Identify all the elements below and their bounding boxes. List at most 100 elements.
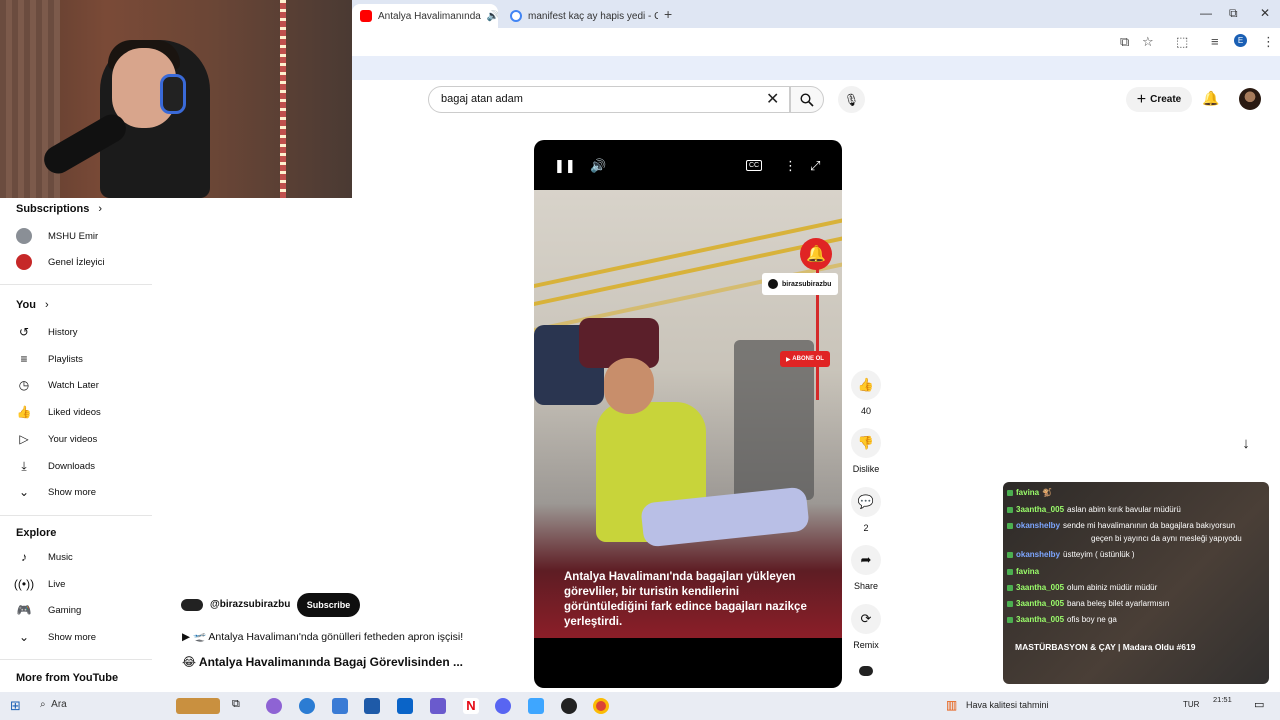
- fullscreen-icon[interactable]: ⤢: [810, 158, 820, 174]
- tab-antalya[interactable]: Antalya Havalimanında 🔊 ✕: [352, 4, 498, 28]
- comments-button[interactable]: 💬 2: [849, 487, 883, 533]
- sidebar-item-show-more[interactable]: ⌄ Show more: [16, 484, 96, 500]
- sidebar-item-label: Your videos: [48, 433, 98, 445]
- sidebar-item-genel-izleyici[interactable]: Genel İzleyici: [16, 254, 105, 270]
- new-tab-button[interactable]: +: [664, 6, 672, 22]
- sidebar-explore-title: Explore: [16, 527, 57, 539]
- avatar[interactable]: [1239, 88, 1261, 110]
- notification-center-icon[interactable]: ▭: [1254, 698, 1270, 714]
- webcam-fairy-lights: [280, 0, 286, 198]
- channel-handle[interactable]: @birazsubirazbu: [210, 599, 290, 610]
- chrome-icon[interactable]: [593, 698, 609, 714]
- netflix-icon[interactable]: N: [463, 698, 479, 714]
- task-view-icon[interactable]: ⧉: [232, 698, 248, 714]
- video-description[interactable]: ▶ 🛫 Antalya Havalimanı'nda gönülleri fet…: [182, 630, 463, 643]
- menu-kebab-icon[interactable]: ⋮: [1262, 34, 1275, 50]
- live-icon: ((•)): [13, 577, 35, 591]
- sidebar-item-gaming[interactable]: 🎮 Gaming: [16, 602, 82, 618]
- copilot-icon[interactable]: [266, 698, 282, 714]
- abone-ol-badge: ▶ ABONE OL: [780, 351, 830, 367]
- chat-user: favina: [1016, 567, 1040, 576]
- remix-button[interactable]: ⟳ Remix: [849, 604, 883, 650]
- sidebar-subscriptions-title[interactable]: Subscriptions ›: [16, 203, 102, 215]
- more-options-icon[interactable]: ⋮: [784, 158, 797, 174]
- stream-chat-overlay: favina 🐒 3aantha_005 aslan abim kırık bavu…: [1003, 482, 1269, 684]
- search-input[interactable]: bagaj atan adam: [428, 86, 790, 113]
- sidebar-item-live[interactable]: ((•)) Live: [13, 576, 66, 592]
- obs-icon[interactable]: [561, 698, 577, 714]
- close-window-button[interactable]: ✕: [1260, 6, 1270, 20]
- thumbs-up-icon: 👍: [851, 370, 881, 400]
- sidebar-item-label: Music: [48, 551, 73, 563]
- maximize-button[interactable]: ⧉: [1229, 6, 1238, 21]
- star-icon[interactable]: ☆: [1142, 34, 1154, 50]
- chat-message: okanshelby sende mi havalimanının da baga…: [1007, 521, 1235, 530]
- language-indicator[interactable]: TUR: [1183, 700, 1199, 709]
- chat-text: üstteyim ( üstünlük ): [1063, 550, 1135, 559]
- clear-search-icon[interactable]: ✕: [766, 89, 779, 109]
- shorts-video-player[interactable]: 🔔 birazsubirazbu ▶ ABONE OL Antalya Hava…: [534, 140, 842, 688]
- pause-icon[interactable]: ❚❚: [554, 158, 576, 174]
- edge-icon[interactable]: [299, 698, 315, 714]
- badge-icon: [1007, 522, 1013, 529]
- chat-user: 3aantha_005: [1016, 615, 1065, 624]
- weather-text[interactable]: Hava kalitesi tahmini: [966, 700, 1049, 710]
- channel-thumb-button[interactable]: [849, 666, 883, 676]
- sidebar-item-mshu-emir[interactable]: MSHU Emir: [16, 228, 98, 244]
- sidebar-you-title[interactable]: You ›: [16, 299, 49, 311]
- app-icon[interactable]: [430, 698, 446, 714]
- app-icon[interactable]: [528, 698, 544, 714]
- install-icon[interactable]: ⧉: [1120, 34, 1129, 50]
- volume-icon[interactable]: 🔊: [590, 158, 606, 174]
- clock[interactable]: 21:51: [1213, 695, 1232, 705]
- captions-icon[interactable]: CC: [746, 160, 763, 171]
- badge-icon: [1007, 551, 1013, 558]
- taskbar-search[interactable]: ⌕ Ara: [40, 699, 67, 710]
- notifications-bell-icon[interactable]: 🔔: [1202, 90, 1219, 107]
- share-button[interactable]: ➦ Share: [849, 545, 883, 591]
- sidebar-item-show-more-explore[interactable]: ⌄ Show more: [16, 629, 96, 645]
- dislike-button[interactable]: 👎 Dislike: [849, 428, 883, 474]
- voice-search-button[interactable]: 🎙: [838, 86, 865, 113]
- badge-icon: [1007, 568, 1013, 575]
- sidebar-item-watch-later[interactable]: ◷ Watch Later: [16, 377, 99, 393]
- search-icon: [800, 92, 814, 107]
- speaker-icon[interactable]: 🔊: [487, 11, 498, 22]
- reading-list-icon[interactable]: ≡: [1211, 34, 1219, 49]
- sidebar-item-history[interactable]: ↺ History: [16, 324, 78, 340]
- windows-start-icon[interactable]: ⊞: [10, 698, 26, 714]
- sidebar-divider: [0, 659, 152, 660]
- store-icon[interactable]: [332, 698, 348, 714]
- weather-icon: ▥: [946, 698, 958, 712]
- profile-icon[interactable]: E: [1234, 34, 1247, 47]
- sidebar-item-music[interactable]: ♪ Music: [16, 549, 73, 565]
- minimize-button[interactable]: —: [1200, 6, 1212, 20]
- sidebar-item-label: Show more: [48, 486, 97, 498]
- tab-label: manifest kaç ay hapis yedi - Go: [528, 10, 658, 22]
- chat-text: 🐒: [1042, 488, 1053, 497]
- file-explorer-icon[interactable]: [364, 698, 380, 714]
- outlook-icon[interactable]: [397, 698, 413, 714]
- sidebar-item-liked-videos[interactable]: 👍 Liked videos: [16, 404, 101, 420]
- sidebar-divider: [0, 284, 152, 285]
- channel-watermark: birazsubirazbu: [762, 273, 838, 295]
- chat-message: 3aantha_005 bana beleş bilet ayarlarmısın: [1007, 599, 1169, 608]
- chat-text: olum abiniz müdür müdür: [1067, 583, 1158, 592]
- extensions-icon[interactable]: ⬚: [1176, 34, 1188, 50]
- next-video-arrow-icon[interactable]: ↓: [1234, 432, 1258, 456]
- like-button[interactable]: 👍 40: [849, 370, 883, 416]
- sidebar-item-playlists[interactable]: ≡ Playlists: [16, 351, 82, 367]
- plus-icon: +: [1136, 90, 1147, 108]
- channel-avatar[interactable]: [181, 599, 203, 611]
- tab-google-search[interactable]: manifest kaç ay hapis yedi - Go ✕: [502, 4, 658, 28]
- discord-icon[interactable]: [495, 698, 511, 714]
- news-widget-icon[interactable]: [176, 698, 220, 714]
- sidebar-item-your-videos[interactable]: ▷ Your videos: [16, 431, 97, 447]
- subscribe-button[interactable]: Subscribe: [297, 593, 360, 617]
- search-button[interactable]: [790, 86, 824, 113]
- chat-text: bana beleş bilet ayarlarmısın: [1067, 599, 1170, 608]
- video-title[interactable]: 😂 Antalya Havalimanında Bagaj Görevlisin…: [182, 655, 463, 669]
- sidebar-item-downloads[interactable]: ⤓ Downloads: [16, 458, 95, 474]
- create-button[interactable]: + Create: [1126, 87, 1192, 112]
- channel-avatar: [16, 228, 32, 244]
